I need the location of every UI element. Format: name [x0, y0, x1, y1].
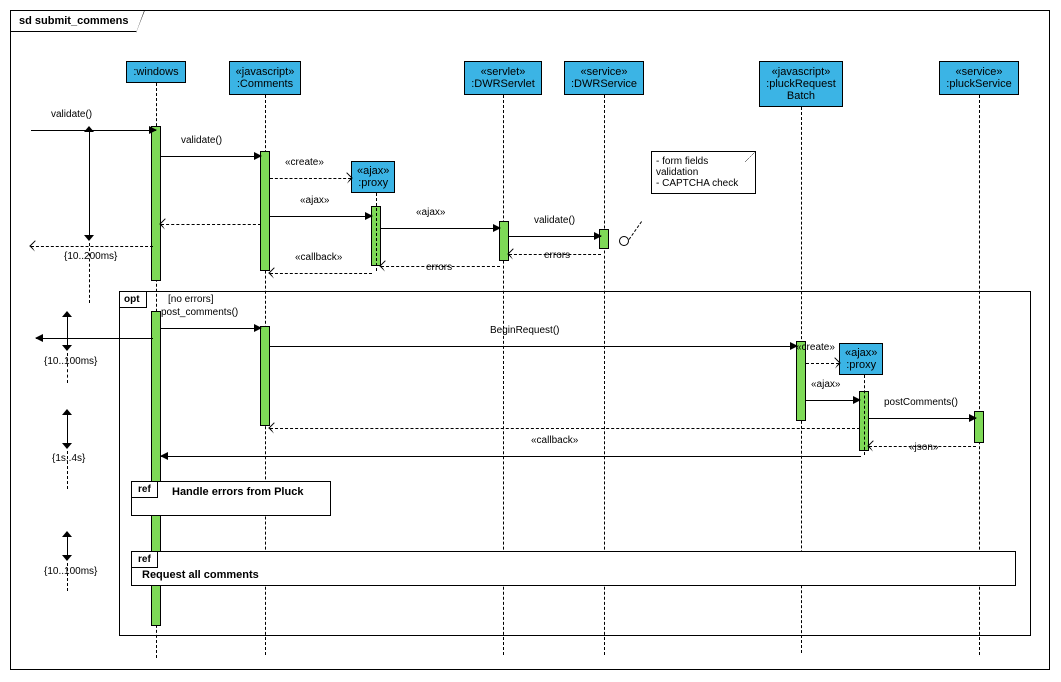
lifeline-head-pluckservice: «service» :pluckService	[939, 61, 1018, 95]
lifeline-windows: :windows	[116, 61, 196, 83]
msg-label: «json»	[909, 442, 938, 453]
created-proxy-1: «ajax» :proxy	[351, 161, 395, 193]
lifeline-name: :Comments	[236, 78, 295, 90]
note-anchor-dot	[619, 236, 629, 246]
ref-text-2: Request all comments	[142, 569, 259, 581]
msg-callback-1: «callback»	[270, 266, 372, 280]
msg-label: post_comments()	[161, 307, 238, 318]
lifeline-head-pluckrequest: «javascript» :pluckRequest Batch	[759, 61, 843, 107]
timing-dash-3	[67, 451, 68, 489]
diagram-title: submit_commens	[35, 15, 129, 27]
lifeline-name: :DWRServlet	[471, 78, 535, 90]
msg-label: «callback»	[531, 435, 578, 446]
msg-label: errors	[426, 262, 452, 273]
msg-label: «create»	[285, 157, 324, 168]
msg-label: postComments()	[884, 397, 958, 408]
proxy1-dash	[376, 193, 377, 271]
lifeline-name: :pluckRequest Batch	[766, 78, 836, 102]
msg-label: validate()	[534, 215, 575, 226]
activation-windows-1	[151, 126, 161, 281]
msg-label: errors	[544, 250, 570, 261]
msg-create-2: «create»	[806, 356, 839, 370]
timing-label-1: {10..200ms}	[64, 251, 117, 262]
lifeline-head-windows: :windows	[126, 61, 186, 83]
timing-label-2: {10..100ms}	[44, 356, 97, 367]
msg-label: «callback»	[295, 252, 342, 263]
timing-dash-4	[67, 563, 68, 591]
lifeline-dwrservice: «service» :DWRService	[564, 61, 644, 95]
activation-comments-1	[260, 151, 270, 271]
lifeline-stereo: «service»	[571, 66, 637, 78]
msg-errors-1: errors	[509, 247, 601, 261]
validation-note: - form fields validation - CAPTCHA check	[651, 151, 756, 194]
msg-return-comments	[270, 421, 860, 435]
lifeline-name: :pluckService	[946, 78, 1011, 90]
msg-ajax-1: «ajax»	[270, 209, 372, 223]
lifeline-head-dwrservice: «service» :DWRService	[564, 61, 644, 95]
msg-return-actor-2	[36, 331, 153, 345]
msg-label: validate()	[181, 135, 222, 146]
msg-label: «create»	[796, 342, 835, 353]
msg-ajax-3: «ajax»	[806, 393, 860, 407]
proxy1-name: :proxy	[357, 177, 389, 189]
lifeline-stereo: «servlet»	[471, 66, 535, 78]
lifeline-head-comments: «javascript» :Comments	[229, 61, 302, 95]
lifeline-comments: «javascript» :Comments	[225, 61, 305, 95]
note-anchor-line	[629, 221, 642, 240]
msg-create-1: «create»	[270, 171, 351, 185]
msg-label: BeginRequest()	[490, 325, 559, 336]
msg-label: «ajax»	[416, 207, 445, 218]
msg-validate-3: validate()	[509, 229, 601, 243]
ref-frame-2: ref Request all comments	[131, 551, 1016, 586]
ref-label-2: ref	[132, 552, 158, 568]
lifeline-name: :windows	[133, 66, 179, 78]
msg-label: «ajax»	[300, 195, 329, 206]
proxy1-stereo: «ajax»	[357, 165, 389, 177]
lifeline-name: :DWRService	[571, 78, 637, 90]
msg-post-comments: post_comments()	[161, 321, 261, 335]
msg-ajax-2: «ajax»	[381, 221, 500, 235]
timing-dash-2	[67, 353, 68, 383]
timing-label-3: {1s..4s}	[52, 453, 85, 464]
timing-label-4: {10..100ms}	[44, 566, 97, 577]
lifeline-pluckrequest: «javascript» :pluckRequest Batch	[751, 61, 851, 107]
lifeline-head-dwrservlet: «servlet» :DWRServlet	[464, 61, 542, 95]
ref-text-1: Handle errors from Pluck	[172, 486, 303, 498]
msg-errors-2: errors	[381, 259, 500, 273]
msg-return-win	[161, 217, 261, 231]
lifeline-stereo: «javascript»	[236, 66, 295, 78]
msg-validate-2: validate()	[161, 149, 261, 163]
ref-label-1: ref	[132, 482, 158, 498]
opt-guard: [no errors]	[168, 294, 214, 305]
lifeline-dwrservlet: «servlet» :DWRServlet	[463, 61, 543, 95]
ref-frame-1: ref Handle errors from Pluck	[131, 481, 331, 516]
msg-begin-request: BeginRequest()	[270, 339, 797, 353]
note-line2: validation	[656, 167, 751, 178]
note-line3: - CAPTCHA check	[656, 178, 751, 189]
note-line1: - form fields	[656, 156, 751, 167]
lifeline-stereo: «service»	[946, 66, 1011, 78]
lifeline-stereo: «javascript»	[766, 66, 836, 78]
sd-prefix: sd	[19, 15, 32, 27]
msg-label: «ajax»	[811, 379, 840, 390]
lifeline-pluckservice: «service» :pluckService	[934, 61, 1024, 95]
msg-post-comments-2: postComments()	[869, 411, 976, 425]
msg-json-return: «json»	[869, 439, 976, 453]
msg-label: validate()	[51, 109, 92, 120]
sequence-diagram: sd submit_commens :windows «javascript» …	[10, 10, 1050, 670]
opt-label: opt	[120, 292, 147, 308]
msg-callback-2: «callback»	[161, 449, 861, 463]
diagram-title-tab: sd submit_commens	[11, 11, 137, 32]
